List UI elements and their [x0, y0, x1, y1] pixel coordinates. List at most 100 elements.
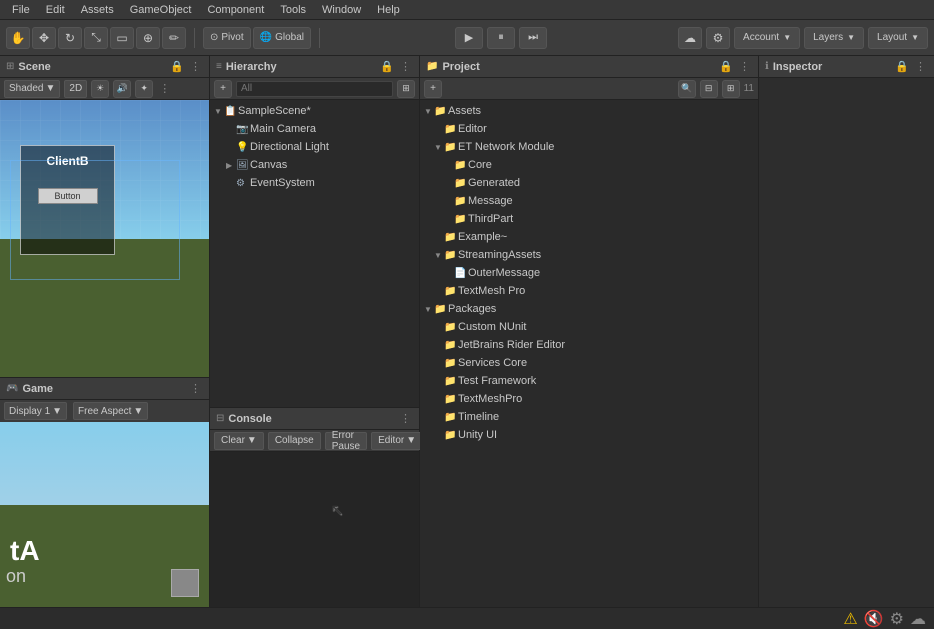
game-canvas[interactable]: tA on — [0, 422, 209, 607]
list-item[interactable]: 📁 Unity UI — [420, 426, 758, 444]
list-item[interactable]: 📁 Test Framework — [420, 372, 758, 390]
project-add-btn[interactable]: + — [424, 80, 442, 98]
list-item[interactable]: ▼ 📁 StreamingAssets — [420, 246, 758, 264]
list-item[interactable]: 📁 ThirdPart — [420, 210, 758, 228]
list-item[interactable]: ⚙ EventSystem — [210, 174, 419, 192]
editor-dropdown-btn[interactable]: Editor ▼ — [371, 432, 423, 450]
error-pause-btn[interactable]: Error Pause — [325, 432, 367, 450]
console-menu-btn[interactable]: ⋮ — [398, 412, 413, 425]
hierarchy-filter-btn[interactable]: ⊞ — [397, 80, 415, 98]
play-btn[interactable]: ▶ — [455, 27, 483, 49]
inspector-menu-btn[interactable]: ⋮ — [913, 60, 928, 73]
hand-tool-btn[interactable]: ✋ — [6, 27, 30, 49]
inspector-lock-btn[interactable]: 🔒 — [893, 60, 911, 73]
hierarchy-add-btn[interactable]: + — [214, 80, 232, 98]
account-btn[interactable]: Account ▼ — [734, 27, 800, 49]
scene-light-btn[interactable]: ☀ — [91, 80, 109, 98]
project-lock-btn[interactable]: 🔒 — [717, 60, 735, 73]
button-widget[interactable]: Button — [38, 188, 98, 204]
hierarchy-icon: ≡ — [216, 61, 222, 72]
menu-edit[interactable]: Edit — [38, 0, 73, 19]
scene-lock-btn[interactable]: 🔒 — [168, 60, 186, 73]
aspect-label: Free Aspect — [78, 406, 131, 417]
list-item[interactable]: 📁 Editor — [420, 120, 758, 138]
sep2 — [319, 28, 320, 48]
custom-tool-btn[interactable]: ✏ — [162, 27, 186, 49]
scene-header-actions: 🔒 ⋮ — [168, 60, 203, 73]
clear-label: Clear — [221, 435, 245, 446]
status-warning-icon[interactable]: ⚠ — [843, 609, 857, 629]
shading-mode-dropdown[interactable]: Shaded ▼ — [4, 80, 60, 98]
rect-tool-btn[interactable]: ▭ — [110, 27, 134, 49]
scale-tool-btn[interactable]: ⤡ — [84, 27, 108, 49]
list-item[interactable]: 📁 Timeline — [420, 408, 758, 426]
hierarchy-search-input[interactable] — [236, 81, 393, 97]
list-item[interactable]: 💡 Directional Light — [210, 138, 419, 156]
list-item[interactable]: ▼ 📁 ET Network Module — [420, 138, 758, 156]
project-menu-btn[interactable]: ⋮ — [737, 60, 752, 73]
list-item[interactable]: 📁 JetBrains Rider Editor — [420, 336, 758, 354]
scene-menu-btn[interactable]: ⋮ — [188, 60, 203, 73]
project-filter-btn[interactable]: ⊟ — [700, 80, 718, 98]
project-search-icon[interactable]: 🔍 — [678, 80, 696, 98]
menu-help[interactable]: Help — [369, 0, 408, 19]
folder-icon: 📁 — [444, 286, 458, 297]
list-item[interactable]: 📁 Services Core — [420, 354, 758, 372]
view-mode-dropdown[interactable]: 2D — [64, 80, 87, 98]
step-btn[interactable]: ⏭ — [519, 27, 547, 49]
layout-btn[interactable]: Layout ▼ — [868, 27, 928, 49]
menu-component[interactable]: Component — [199, 0, 272, 19]
console-panel: ⊟ Console ⋮ Clear ▼ Collapse Error Pause — [210, 407, 419, 607]
pivot-btn[interactable]: ⊙ Pivot — [203, 27, 251, 49]
collab-btn[interactable]: ☁ — [678, 27, 702, 49]
pause-btn[interactable]: ⏸ — [487, 27, 515, 49]
status-settings-icon[interactable]: ⚙ — [890, 609, 904, 629]
list-item[interactable]: ▼ 📁 Packages — [420, 300, 758, 318]
list-item[interactable]: 📁 Message — [420, 192, 758, 210]
status-cloud-icon[interactable]: ☁ — [910, 609, 926, 629]
menu-assets[interactable]: Assets — [73, 0, 122, 19]
list-item[interactable]: ▼ 📋 SampleScene* — [210, 102, 419, 120]
status-mute-icon[interactable]: 🔇 — [864, 609, 884, 629]
transform-tool-btn[interactable]: ⊕ — [136, 27, 160, 49]
list-item[interactable]: 📁 Core — [420, 156, 758, 174]
global-icon: 🌐 — [260, 32, 272, 43]
account-label: Account — [743, 32, 779, 43]
inspector-panel-header: ℹ Inspector 🔒 ⋮ — [759, 56, 934, 78]
move-tool-btn[interactable]: ✥ — [32, 27, 56, 49]
left-panels: ⊞ Scene 🔒 ⋮ Shaded ▼ 2D ☀ 🔊 ✦ ⋮ — [0, 56, 210, 607]
game-ui-btn[interactable] — [171, 569, 199, 597]
hierarchy-lock-btn[interactable]: 🔒 — [378, 60, 396, 73]
list-item[interactable]: 📁 TextMesh Pro — [420, 282, 758, 300]
list-item[interactable]: 📁 TextMeshPro — [420, 390, 758, 408]
list-item[interactable]: ▼ 📁 Assets — [420, 102, 758, 120]
menu-file[interactable]: File — [4, 0, 38, 19]
collapse-btn[interactable]: Collapse — [268, 432, 321, 450]
scene-effects-btn[interactable]: ✦ — [135, 80, 153, 98]
aspect-dropdown[interactable]: Free Aspect ▼ — [73, 402, 148, 420]
scene-audio-btn[interactable]: 🔊 — [113, 80, 131, 98]
menu-gameobject[interactable]: GameObject — [122, 0, 200, 19]
list-item[interactable]: 📁 Custom NUnit — [420, 318, 758, 336]
project-panel-header: 📁 Project 🔒 ⋮ — [420, 56, 758, 78]
clear-btn[interactable]: Clear ▼ — [214, 432, 264, 450]
scene-more-btn[interactable]: ⋮ — [157, 82, 172, 95]
game-menu-btn[interactable]: ⋮ — [188, 382, 203, 395]
list-item[interactable]: 📷 Main Camera — [210, 120, 419, 138]
rotate-tool-btn[interactable]: ↻ — [58, 27, 82, 49]
list-item[interactable]: ▶ 🖼 Canvas — [210, 156, 419, 174]
scene-canvas[interactable]: ClientB Button — [0, 100, 209, 377]
list-item[interactable]: 📁 Example~ — [420, 228, 758, 246]
menu-window[interactable]: Window — [314, 0, 369, 19]
project-toolbar: + 🔍 ⊟ ⊞ 11 — [420, 78, 758, 100]
list-item[interactable]: 📁 Generated — [420, 174, 758, 192]
global-btn[interactable]: 🌐 Global — [253, 27, 311, 49]
project-view-btn[interactable]: ⊞ — [722, 80, 740, 98]
list-item[interactable]: 📄 OuterMessage — [420, 264, 758, 282]
project-item-label: ET Network Module — [458, 141, 554, 153]
menu-tools[interactable]: Tools — [272, 0, 314, 19]
hierarchy-menu-btn[interactable]: ⋮ — [398, 60, 413, 73]
services-btn[interactable]: ⚙ — [706, 27, 730, 49]
display-dropdown[interactable]: Display 1 ▼ — [4, 402, 67, 420]
layers-btn[interactable]: Layers ▼ — [804, 27, 864, 49]
